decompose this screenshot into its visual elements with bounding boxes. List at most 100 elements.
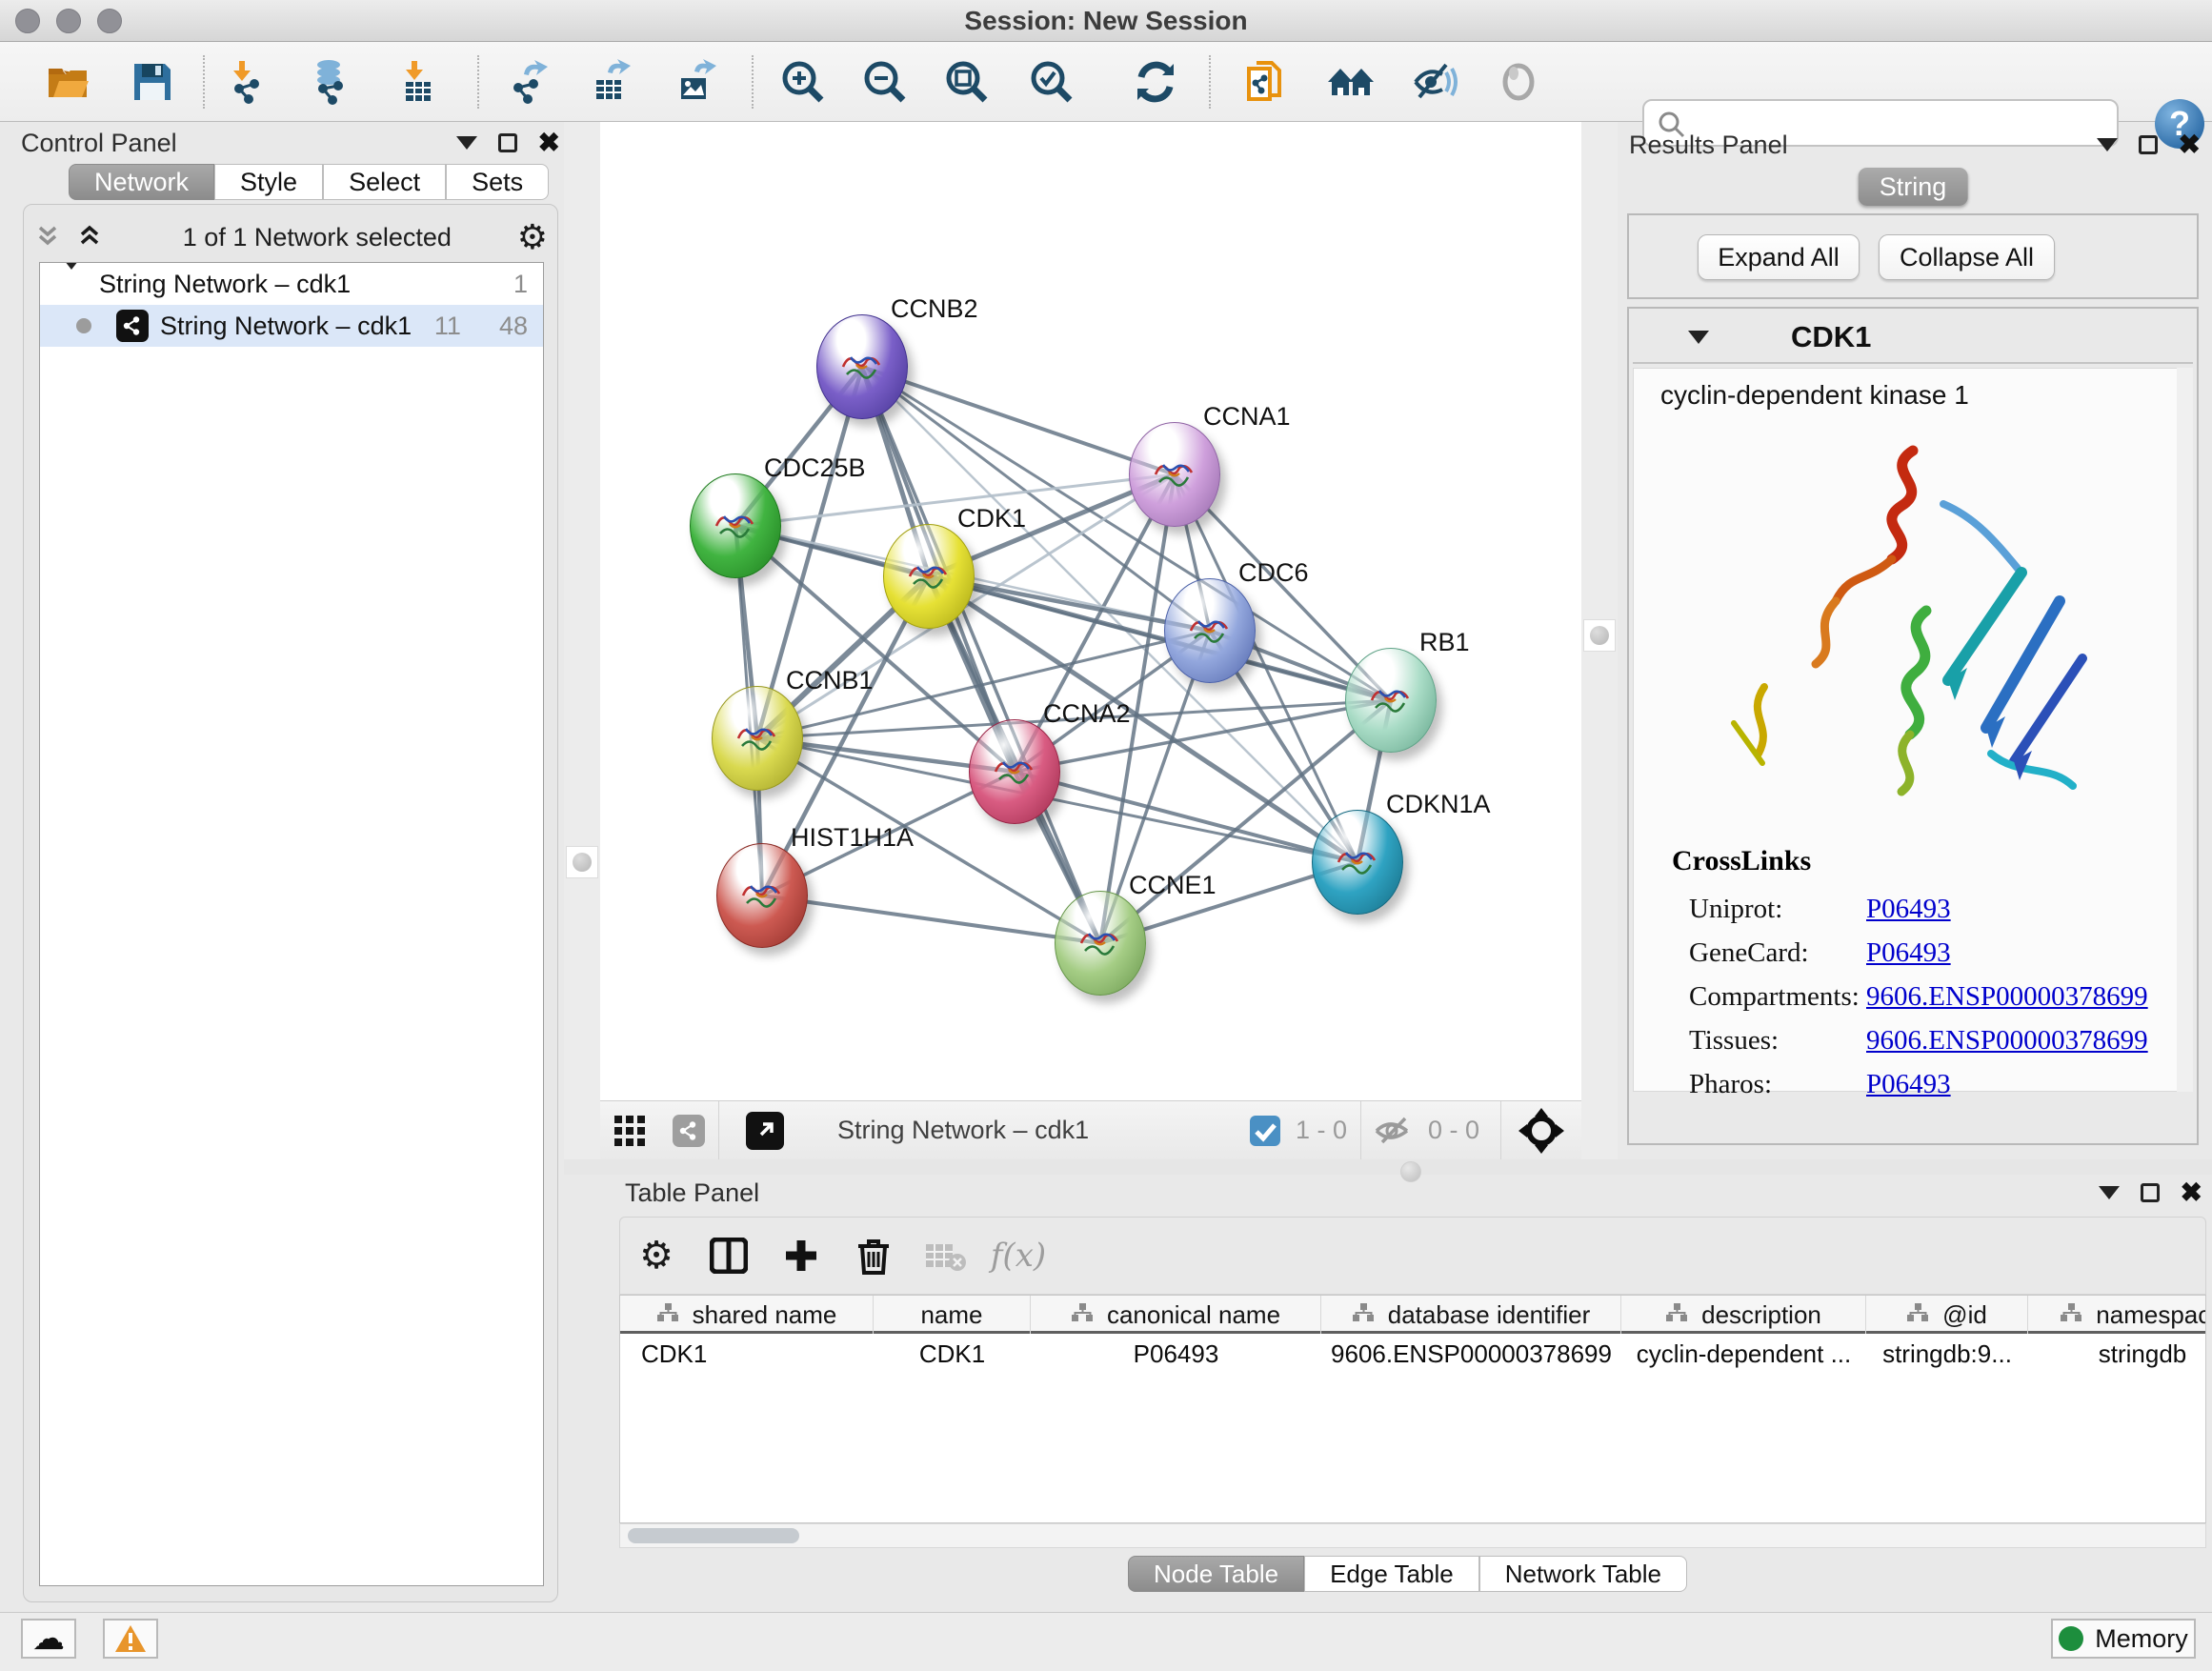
cell-description[interactable]: cyclin-dependent ... [1621, 1339, 1866, 1369]
panel-close-icon[interactable]: ✖ [2181, 1179, 2202, 1206]
warnings-button[interactable] [103, 1619, 158, 1659]
horizontal-splitter[interactable] [564, 1159, 2212, 1175]
cell-namespace[interactable]: stringdb [2028, 1339, 2206, 1369]
column-header-shared-name[interactable]: shared name [620, 1296, 874, 1334]
add-column-icon[interactable] [765, 1238, 837, 1274]
right-splitter[interactable] [1581, 122, 1618, 1159]
tab-node-table[interactable]: Node Table [1128, 1556, 1304, 1592]
column-header--id[interactable]: @id [1866, 1296, 2028, 1334]
column-header-description[interactable]: description [1621, 1296, 1866, 1334]
hidden-eye-icon[interactable] [1373, 1114, 1415, 1148]
tab-style[interactable]: Style [214, 164, 323, 200]
export-table-icon[interactable] [587, 57, 636, 107]
network-collection-row[interactable]: String Network – cdk1 1 [40, 263, 543, 305]
table-options-gear-icon[interactable]: ⚙ [620, 1237, 693, 1275]
left-splitter[interactable] [564, 122, 600, 1159]
node-CDC6[interactable] [1164, 578, 1256, 683]
panel-close-icon[interactable]: ✖ [538, 130, 560, 156]
zoom-in-icon[interactable] [778, 57, 828, 107]
show-columns-icon[interactable] [693, 1238, 765, 1274]
panel-menu-icon[interactable] [2099, 1186, 2120, 1199]
expand-all-button[interactable]: Expand All [1698, 234, 1860, 280]
panel-float-icon[interactable] [2141, 1183, 2160, 1202]
zoom-out-icon[interactable] [860, 57, 910, 107]
crosslink-link[interactable]: P06493 [1866, 937, 1951, 969]
column-header-namespace[interactable]: namespace [2028, 1296, 2206, 1334]
minimize-window-button[interactable] [56, 9, 81, 33]
node-CCNB2[interactable] [816, 314, 908, 419]
crosslink-link[interactable]: P06493 [1866, 1069, 1951, 1100]
selected-checkbox-icon[interactable] [1248, 1114, 1282, 1148]
collapse-all-icon[interactable] [33, 223, 62, 252]
zoom-fit-icon[interactable] [942, 57, 992, 107]
zoom-selected-icon[interactable] [1027, 57, 1076, 107]
cloud-button[interactable]: ☁ [21, 1619, 76, 1659]
section-collapse-icon[interactable] [1688, 331, 1709, 344]
cell-name[interactable]: CDK1 [874, 1339, 1031, 1369]
panel-menu-icon[interactable] [456, 136, 477, 150]
crosslink-link[interactable]: P06493 [1866, 894, 1951, 925]
node-CDKN1A[interactable] [1312, 810, 1403, 915]
panel-close-icon[interactable]: ✖ [2179, 131, 2201, 158]
collapse-all-button[interactable]: Collapse All [1879, 234, 2055, 280]
table-horizontal-scrollbar[interactable] [619, 1523, 2206, 1548]
home-pages-icon[interactable] [1326, 57, 1376, 107]
node-RB1[interactable] [1345, 648, 1437, 753]
tab-edge-table[interactable]: Edge Table [1304, 1556, 1479, 1592]
table-row[interactable]: CDK1CDK1P064939606.ENSP00000378699cyclin… [620, 1334, 2205, 1374]
panel-menu-icon[interactable] [2097, 138, 2118, 151]
tab-sets[interactable]: Sets [446, 164, 549, 200]
refresh-icon[interactable] [1131, 57, 1180, 107]
tab-select[interactable]: Select [323, 164, 446, 200]
import-network-database-icon[interactable] [306, 57, 355, 107]
node-HIST1H1A[interactable] [716, 843, 808, 948]
zoom-window-button[interactable] [97, 9, 122, 33]
grid-view-icon[interactable] [600, 1115, 659, 1147]
birdseye-crosshair-icon[interactable] [1517, 1106, 1566, 1156]
cell-shared-name[interactable]: CDK1 [620, 1339, 874, 1369]
edge-CCNB2-CCNA1[interactable] [862, 367, 1175, 474]
column-header-canonical-name[interactable]: canonical name [1031, 1296, 1321, 1334]
column-header-database-identifier[interactable]: database identifier [1321, 1296, 1621, 1334]
import-network-file-icon[interactable] [224, 57, 273, 107]
open-file-icon[interactable] [43, 57, 92, 107]
close-window-button[interactable] [15, 9, 40, 33]
node-CDC25B[interactable] [690, 473, 781, 578]
delete-column-icon[interactable] [837, 1237, 910, 1275]
node-CCNE1[interactable] [1055, 891, 1146, 996]
cell-database-identifier[interactable]: 9606.ENSP00000378699 [1321, 1339, 1621, 1369]
crosslink-link[interactable]: 9606.ENSP00000378699 [1866, 1025, 2148, 1057]
hide-show-icon[interactable] [1412, 57, 1461, 107]
memory-button[interactable]: Memory [2051, 1619, 2196, 1659]
network-canvas[interactable]: CCNB2CCNA1CDC25BCDK1CDC6RB1CCNB1CCNA2CDK… [600, 122, 1581, 1100]
share-document-icon[interactable] [1241, 57, 1291, 107]
network-row[interactable]: String Network – cdk1 11 48 [40, 305, 543, 347]
node-CDK1[interactable] [883, 524, 975, 629]
network-options-gear-icon[interactable]: ⚙ [517, 220, 548, 254]
tab-network[interactable]: Network [69, 164, 214, 200]
tree-expand-icon[interactable] [61, 270, 82, 299]
export-network-icon[interactable] [505, 57, 554, 107]
detach-view-icon[interactable] [719, 1112, 811, 1150]
import-table-icon[interactable] [394, 57, 444, 107]
network-view-type-icon[interactable] [659, 1115, 718, 1147]
panel-float-icon[interactable] [498, 133, 517, 152]
node-CCNB1[interactable] [712, 686, 803, 791]
export-image-icon[interactable] [672, 57, 721, 107]
edge-HIST1H1A-CCNE1[interactable] [762, 896, 1100, 943]
save-session-icon[interactable] [128, 57, 177, 107]
column-header-name[interactable]: name [874, 1296, 1031, 1334]
gene-section-header[interactable]: CDK1 [1633, 312, 2193, 364]
cell--id[interactable]: stringdb:9... [1866, 1339, 2028, 1369]
node-CCNA2[interactable] [969, 719, 1060, 824]
expand-all-icon[interactable] [75, 223, 104, 252]
tab-string[interactable]: String [1859, 168, 1968, 206]
node-CCNA1[interactable] [1129, 422, 1220, 527]
tab-network-table[interactable]: Network Table [1479, 1556, 1687, 1592]
edge-CCNB2-CCNE1[interactable] [862, 367, 1100, 943]
edge-CCNA2-CDKN1A[interactable] [1015, 772, 1357, 862]
panel-float-icon[interactable] [2139, 135, 2158, 154]
crosslink-link[interactable]: 9606.ENSP00000378699 [1866, 981, 2148, 1013]
results-scrollbar[interactable] [2177, 368, 2193, 1092]
cell-canonical-name[interactable]: P06493 [1031, 1339, 1321, 1369]
